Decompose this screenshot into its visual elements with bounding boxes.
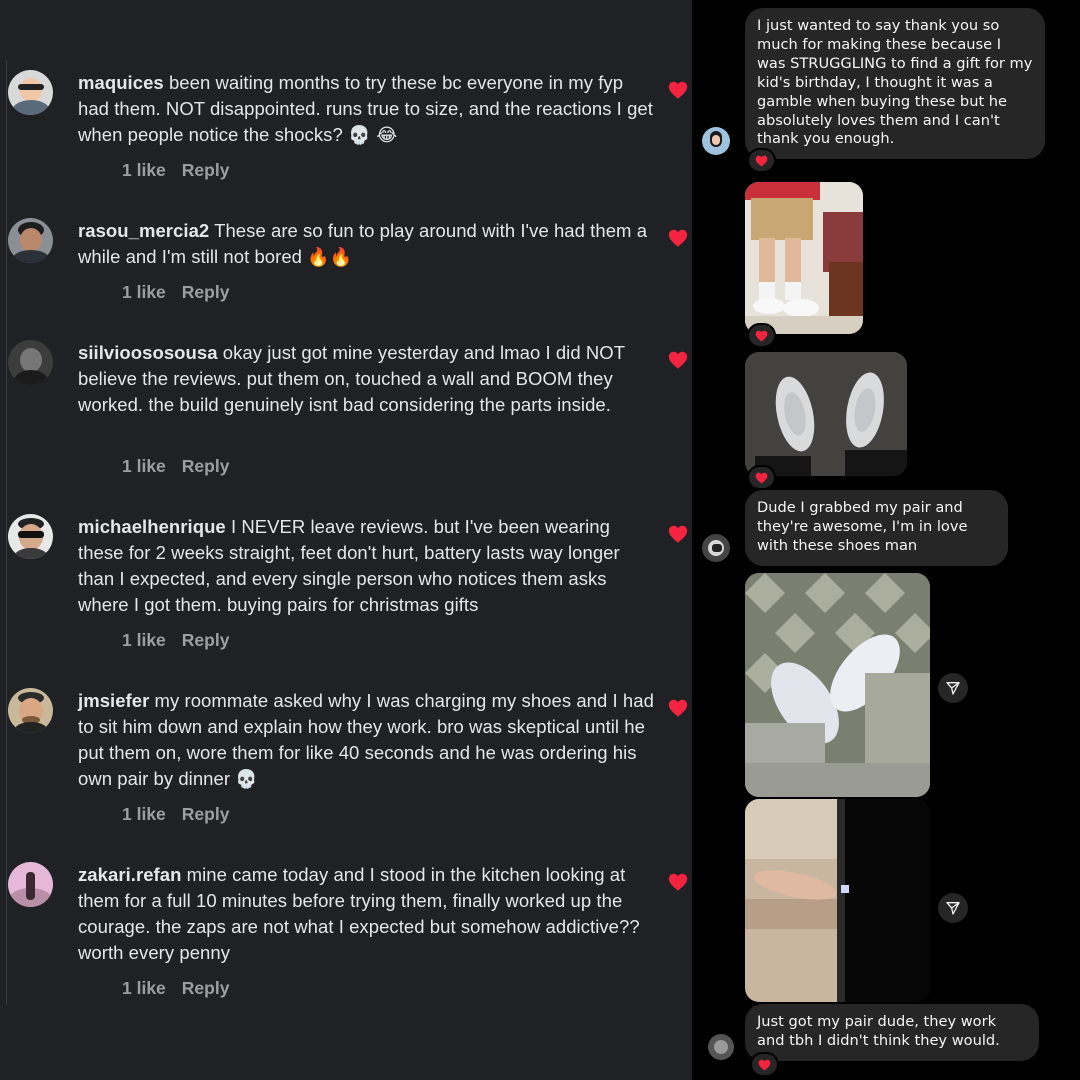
reply-button[interactable]: Reply xyxy=(182,160,230,180)
comment-username[interactable]: jmsiefer xyxy=(78,690,149,711)
heart-reaction-icon xyxy=(755,155,768,167)
avatar[interactable] xyxy=(8,862,53,907)
photo-attachment[interactable] xyxy=(745,573,930,797)
avatar[interactable] xyxy=(8,514,53,559)
like-count[interactable]: 1 like xyxy=(122,804,166,824)
comment-meta: 1 like Reply xyxy=(122,978,229,999)
photo-attachment[interactable] xyxy=(745,182,863,334)
like-count[interactable]: 1 like xyxy=(122,630,166,650)
comment-username[interactable]: rasou_mercia2 xyxy=(78,220,209,241)
like-count[interactable]: 1 like xyxy=(122,282,166,302)
reaction-badge[interactable] xyxy=(750,1052,779,1077)
reply-button[interactable]: Reply xyxy=(182,282,230,302)
comment-username[interactable]: zakari.refan xyxy=(78,864,181,885)
finger-touch-photo xyxy=(745,799,930,1002)
comment-emoji: 💀 😂 xyxy=(347,125,398,146)
share-send-icon xyxy=(946,682,960,695)
comment-meta: 1 like Reply xyxy=(122,160,229,181)
heart-reaction-icon xyxy=(755,472,768,484)
comment-emoji: 🔥🔥 xyxy=(307,247,353,268)
reply-button[interactable]: Reply xyxy=(182,456,230,476)
comment-text: zakari.refan mine came today and I stood… xyxy=(78,862,658,967)
reply-button[interactable]: Reply xyxy=(182,978,230,998)
reaction-badge[interactable] xyxy=(747,148,776,173)
avatar[interactable] xyxy=(8,70,53,115)
comment-meta: 1 like Reply xyxy=(122,804,229,825)
like-count[interactable]: 1 like xyxy=(122,160,166,180)
comment-text: siilvioososousa okay just got mine yeste… xyxy=(78,340,658,419)
reaction-badge[interactable] xyxy=(747,465,776,490)
heart-reaction-icon xyxy=(755,330,768,342)
avatar[interactable] xyxy=(8,218,53,263)
reaction-badge[interactable] xyxy=(747,323,776,348)
heart-icon[interactable] xyxy=(667,349,689,371)
message-bubble[interactable]: I just wanted to say thank you so much f… xyxy=(745,8,1045,160)
comments-panel: maquices been waiting months to try thes… xyxy=(0,0,692,1080)
comment-emoji: 💀 xyxy=(235,769,258,790)
share-send-icon xyxy=(946,902,960,915)
heart-icon[interactable] xyxy=(667,227,689,249)
sneakers-rug-photo xyxy=(745,573,930,797)
heart-icon[interactable] xyxy=(667,79,689,101)
photo-attachment[interactable] xyxy=(745,352,907,476)
avatar[interactable] xyxy=(8,688,53,733)
comment-meta: 1 like Reply xyxy=(122,630,229,651)
white-sneakers-photo xyxy=(745,352,907,476)
comment-body: my roommate asked why I was charging my … xyxy=(78,690,654,789)
share-button[interactable] xyxy=(938,893,968,923)
sender-avatar[interactable] xyxy=(708,1034,734,1060)
comment-username[interactable]: michaelhenrique xyxy=(78,516,226,537)
heart-icon[interactable] xyxy=(667,697,689,719)
reply-button[interactable]: Reply xyxy=(182,630,230,650)
kid-sneakers-photo xyxy=(745,182,863,334)
messages-panel: I just wanted to say thank you so much f… xyxy=(692,0,1080,1080)
sender-avatar[interactable] xyxy=(702,534,730,562)
like-count[interactable]: 1 like xyxy=(122,456,166,476)
comment-text: michaelhenrique I NEVER leave reviews. b… xyxy=(78,514,658,619)
comment-text: maquices been waiting months to try thes… xyxy=(78,70,658,149)
heart-icon[interactable] xyxy=(667,523,689,545)
comment-username[interactable]: siilvioososousa xyxy=(78,342,218,363)
comment-text: jmsiefer my roommate asked why I was cha… xyxy=(78,688,658,793)
photo-attachment[interactable] xyxy=(745,799,930,1002)
comment-username[interactable]: maquices xyxy=(78,72,164,93)
comment-meta: 1 like Reply xyxy=(122,456,229,477)
reply-button[interactable]: Reply xyxy=(182,804,230,824)
comment-text: rasou_mercia2 These are so fun to play a… xyxy=(78,218,658,271)
like-count[interactable]: 1 like xyxy=(122,978,166,998)
thread-line xyxy=(6,60,7,1005)
comment-meta: 1 like Reply xyxy=(122,282,229,303)
message-bubble[interactable]: Dude I grabbed my pair and they're aweso… xyxy=(745,490,1008,566)
message-bubble[interactable]: Just got my pair dude, they work and tbh… xyxy=(745,1004,1039,1061)
sender-avatar[interactable] xyxy=(702,127,730,155)
heart-icon[interactable] xyxy=(667,871,689,893)
share-button[interactable] xyxy=(938,673,968,703)
heart-reaction-icon xyxy=(758,1059,771,1071)
avatar[interactable] xyxy=(8,340,53,385)
